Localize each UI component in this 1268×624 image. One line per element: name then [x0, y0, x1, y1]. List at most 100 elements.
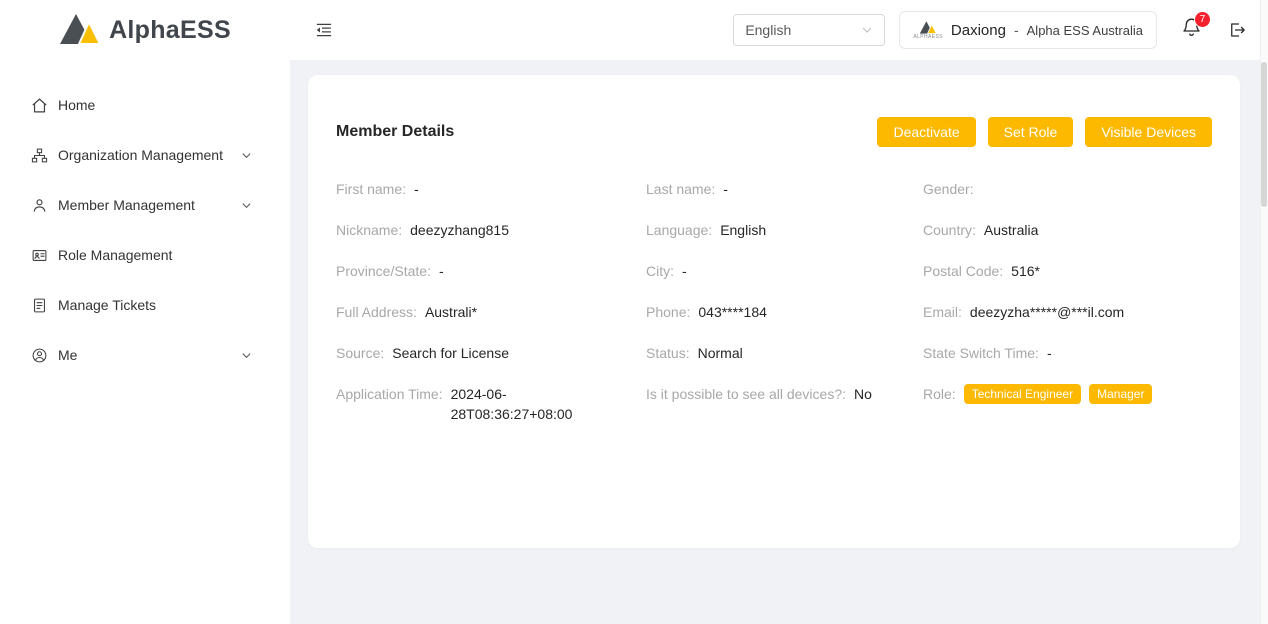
- field-value: Australi*: [425, 302, 477, 322]
- header-right: English AlphaESS Daxiong - Alpha ESS Aus…: [733, 11, 1268, 49]
- field-label: Source: [336, 343, 392, 363]
- role-badges: Technical Engineer Manager: [964, 384, 1153, 404]
- scrollbar[interactable]: [1260, 0, 1268, 624]
- main-content: Member Details Deactivate Set Role Visible…: [290, 60, 1260, 624]
- field-label: Last name: [646, 179, 723, 199]
- field-value: 043****184: [698, 302, 767, 322]
- role-icon: [31, 247, 48, 264]
- role-badge: Manager: [1089, 384, 1152, 404]
- card-actions: Deactivate Set Role Visible Devices: [877, 117, 1212, 147]
- field-phone: Phone043****184: [646, 302, 923, 322]
- field-value: deezyzhang815: [410, 220, 509, 240]
- notification-badge: 7: [1194, 11, 1211, 28]
- user-name: Daxiong: [951, 22, 1006, 39]
- field-value: 516*: [1011, 261, 1040, 281]
- app: AlphaESS English AlphaESS Da: [0, 0, 1268, 624]
- field-value: deezyzha*****@***il.com: [970, 302, 1124, 322]
- field-email: Emaildeezyzha*****@***il.com: [923, 302, 1212, 322]
- field-province-state: Province/State-: [336, 261, 646, 281]
- set-role-button[interactable]: Set Role: [988, 117, 1074, 147]
- sidebar-item-role-management[interactable]: Role Management: [0, 230, 290, 280]
- field-label: Full Address: [336, 302, 425, 322]
- field-value: -: [414, 179, 419, 199]
- field-label: Province/State: [336, 261, 439, 281]
- sidebar-item-label: Member Management: [58, 197, 195, 213]
- sidebar-menu: Home Organization Management Member Manage…: [0, 60, 290, 380]
- field-value: -: [682, 261, 687, 281]
- organization-icon: [31, 147, 48, 164]
- field-label: City: [646, 261, 682, 281]
- field-application-time: Application Time2024-06-28T08:36:27+08:0…: [336, 384, 646, 424]
- field-value: Australia: [984, 220, 1038, 240]
- field-label: Nickname: [336, 220, 410, 240]
- sidebar-item-member-management[interactable]: Member Management: [0, 180, 290, 230]
- alphaess-logo-icon: [59, 11, 101, 50]
- field-full-address: Full AddressAustrali*: [336, 302, 646, 322]
- chevron-down-icon: [241, 200, 252, 211]
- field-label: First name: [336, 179, 414, 199]
- field-value: -: [439, 261, 444, 281]
- sidebar-item-manage-tickets[interactable]: Manage Tickets: [0, 280, 290, 330]
- tickets-icon: [31, 297, 48, 314]
- field-label: Phone: [646, 302, 698, 322]
- field-value: English: [720, 220, 766, 240]
- brand-logo[interactable]: AlphaESS: [0, 11, 290, 50]
- field-label: Role: [923, 384, 964, 404]
- field-label: Email: [923, 302, 970, 322]
- visible-devices-button[interactable]: Visible Devices: [1085, 117, 1212, 147]
- user-menu-button[interactable]: AlphaESS Daxiong - Alpha ESS Australia: [899, 11, 1157, 49]
- sidebar: Home Organization Management Member Manage…: [0, 60, 290, 624]
- field-language: LanguageEnglish: [646, 220, 923, 240]
- field-city: City-: [646, 261, 923, 281]
- sidebar-item-label: Organization Management: [58, 147, 223, 163]
- field-value: -: [723, 179, 728, 199]
- home-icon: [31, 97, 48, 114]
- alphaess-mini-logo-icon: AlphaESS: [913, 20, 943, 40]
- language-select[interactable]: English: [733, 14, 885, 46]
- card-header: Member Details Deactivate Set Role Visible…: [336, 117, 1212, 147]
- sidebar-item-label: Manage Tickets: [58, 297, 156, 313]
- field-value: Normal: [698, 343, 743, 363]
- member-details-card: Member Details Deactivate Set Role Visible…: [308, 75, 1240, 548]
- field-label: Gender: [923, 179, 982, 199]
- field-nickname: Nicknamedeezyzhang815: [336, 220, 646, 240]
- language-select-value: English: [745, 22, 791, 38]
- sidebar-item-home[interactable]: Home: [0, 80, 290, 130]
- field-state-switch-time: State Switch Time-: [923, 343, 1212, 363]
- card-title: Member Details: [336, 123, 454, 141]
- field-role: RoleTechnical Engineer Manager: [923, 384, 1212, 404]
- field-country: CountryAustralia: [923, 220, 1212, 240]
- deactivate-button[interactable]: Deactivate: [877, 117, 975, 147]
- sidebar-item-me[interactable]: Me: [0, 330, 290, 380]
- sidebar-item-label: Role Management: [58, 247, 172, 263]
- notifications-button[interactable]: 7: [1181, 17, 1202, 43]
- chevron-down-icon: [241, 150, 252, 161]
- field-label: State Switch Time: [923, 343, 1047, 363]
- member-icon: [31, 197, 48, 214]
- field-label: Status: [646, 343, 698, 363]
- field-value: No: [854, 384, 872, 404]
- field-label: Is it possible to see all devices?: [646, 384, 854, 404]
- sidebar-item-organization-management[interactable]: Organization Management: [0, 130, 290, 180]
- logout-icon[interactable]: [1228, 21, 1246, 39]
- sidebar-item-label: Home: [58, 97, 95, 113]
- field-gender: Gender: [923, 179, 1212, 199]
- top-header: AlphaESS English AlphaESS Da: [0, 0, 1268, 60]
- role-badge: Technical Engineer: [964, 384, 1081, 404]
- field-first-name: First name-: [336, 179, 646, 199]
- field-postal-code: Postal Code516*: [923, 261, 1212, 281]
- user-organization: Alpha ESS Australia: [1027, 23, 1143, 38]
- field-value: Search for License: [392, 343, 509, 363]
- field-is-it-possible-to-see-all-devices: Is it possible to see all devices?No: [646, 384, 923, 404]
- field-label: Postal Code: [923, 261, 1011, 281]
- field-status: StatusNormal: [646, 343, 923, 363]
- scrollbar-thumb[interactable]: [1261, 62, 1267, 207]
- brand-name: AlphaESS: [109, 16, 231, 45]
- member-fields: First name-Last name-GenderNicknamedeezy…: [336, 179, 1212, 424]
- chevron-down-icon: [241, 350, 252, 361]
- mini-logo-text: AlphaESS: [913, 35, 943, 40]
- sidebar-collapse-icon[interactable]: [316, 22, 332, 38]
- field-last-name: Last name-: [646, 179, 923, 199]
- field-label: Language: [646, 220, 720, 240]
- field-label: Country: [923, 220, 984, 240]
